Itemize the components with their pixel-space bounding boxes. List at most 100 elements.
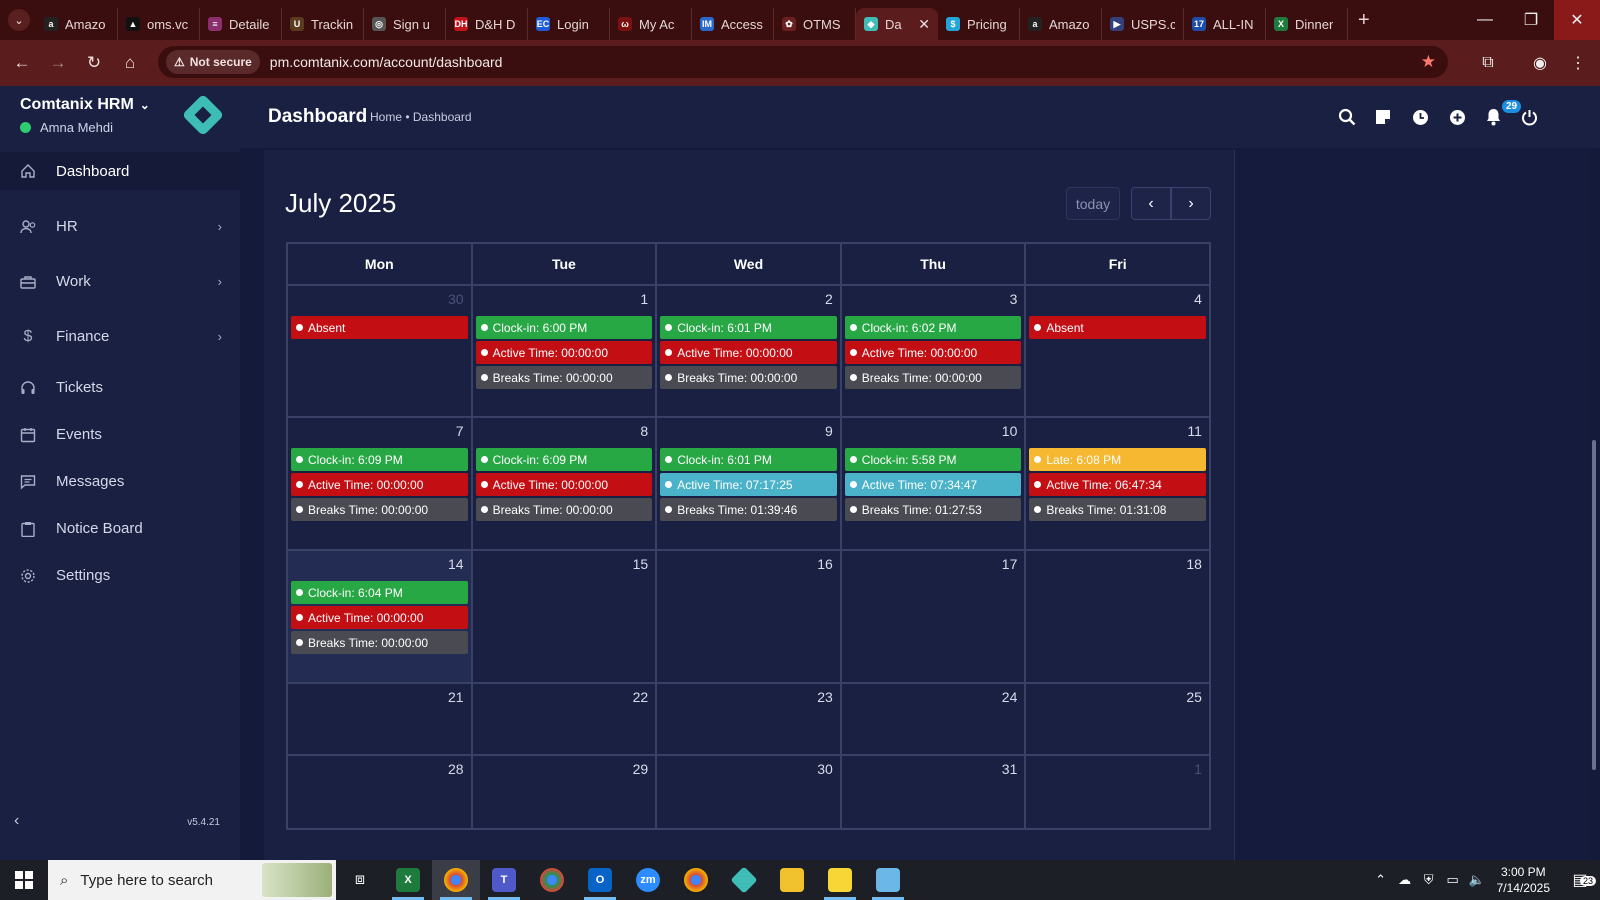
calendar-event[interactable]: Absent [1029,316,1206,339]
calendar-event[interactable]: Clock-in: 6:04 PM [291,581,468,604]
prev-month-button[interactable]: ‹ [1131,187,1171,220]
home-button[interactable]: ⌂ [112,45,148,81]
day-number[interactable]: 3 [845,290,1022,316]
calendar-day-cell[interactable]: 23 [657,684,842,754]
calendar-event[interactable]: Breaks Time: 00:00:00 [660,366,837,389]
onedrive-icon[interactable]: ☁ [1393,872,1417,888]
browser-tab[interactable]: U Trackin [282,8,364,40]
close-window-button[interactable]: ✕ [1554,0,1600,40]
calendar-event[interactable]: Breaks Time: 00:00:00 [291,631,468,654]
company-switcher[interactable]: Comtanix HRM ⌄ [20,96,150,114]
calendar-event[interactable]: Active Time: 00:00:00 [475,473,653,496]
calendar-event[interactable]: Breaks Time: 00:00:00 [291,498,468,521]
app-logo-icon[interactable] [181,93,225,137]
calendar-event[interactable]: Active Time: 00:00:00 [660,341,837,364]
calendar-day-cell[interactable]: 2 Clock-in: 6:01 PM Active Time: 00:00:00 B… [657,286,842,416]
calendar-day-cell[interactable]: 1 Clock-in: 6:00 PM Active Time: 00:00:00 B… [473,286,658,416]
day-number[interactable]: 14 [291,555,468,581]
calendar-day-cell[interactable]: 4 Absent [1026,286,1209,416]
day-number[interactable]: 21 [291,688,468,714]
calendar-day-cell[interactable]: 16 [657,551,842,682]
power-icon[interactable] [1516,104,1542,130]
browser-tab[interactable]: ▶ USPS.c [1102,8,1184,40]
calendar-event[interactable]: Breaks Time: 00:00:00 [475,498,653,521]
browser-tab[interactable]: $ Pricing [938,8,1020,40]
sidebar-item-notice-board[interactable]: Notice Board [0,505,240,552]
taskbar-chrome-icon[interactable] [432,860,480,900]
add-circle-icon[interactable] [1444,104,1470,130]
browser-menu-icon[interactable]: ⋮ [1560,40,1596,86]
taskbar-chrome-alt-icon[interactable] [672,860,720,900]
new-tab-button[interactable]: + [1358,9,1370,32]
calendar-day-cell[interactable]: 21 [288,684,473,754]
calendar-event[interactable]: Clock-in: 6:01 PM [660,316,837,339]
forward-button[interactable]: → [40,45,76,81]
day-number[interactable]: 22 [476,688,653,714]
browser-tab[interactable]: X Dinner [1266,8,1348,40]
calendar-day-cell[interactable]: 28 [288,756,473,828]
calendar-day-cell[interactable]: 24 [842,684,1027,754]
profile-icon[interactable]: ◉ [1522,40,1558,86]
day-number[interactable]: 31 [845,760,1022,786]
taskbar-sticky-notes-icon[interactable] [816,860,864,900]
calendar-day-cell[interactable]: 9 Clock-in: 6:01 PM Active Time: 07:17:25 B… [657,418,842,549]
taskbar-excel-icon[interactable]: X [384,860,432,900]
calendar-event[interactable]: Absent [291,316,468,339]
browser-tab[interactable]: ▲ oms.vc [118,8,200,40]
browser-tab[interactable]: IM Access [692,8,774,40]
taskbar-search-input[interactable]: ⌕ Type here to search [48,860,336,900]
taskbar-teams-icon[interactable]: T [480,860,528,900]
clock-icon[interactable] [1407,104,1433,130]
tab-search-menu-button[interactable]: ⌄ [8,9,30,31]
day-number[interactable]: 1 [1029,760,1206,786]
bookmark-star-icon[interactable]: ★ [1421,52,1436,72]
calendar-event[interactable]: Breaks Time: 01:31:08 [1029,498,1206,521]
calendar-event[interactable]: Active Time: 00:00:00 [844,341,1022,364]
calendar-day-cell[interactable]: 22 [473,684,658,754]
calendar-day-cell[interactable]: 8 Clock-in: 6:09 PM Active Time: 00:00:00 B… [473,418,658,549]
browser-tab[interactable]: ω My Ac [610,8,692,40]
day-number[interactable]: 30 [291,290,468,316]
calendar-event[interactable]: Breaks Time: 01:27:53 [844,498,1022,521]
chevron-up-icon[interactable]: ⌃ [1369,872,1393,888]
day-number[interactable]: 23 [660,688,837,714]
browser-tab[interactable]: a Amazo [36,8,118,40]
minimize-window-button[interactable]: — [1462,0,1508,40]
calendar-event[interactable]: Clock-in: 6:09 PM [291,448,468,471]
calendar-day-cell[interactable]: 1 [1026,756,1209,828]
back-button[interactable]: ← [4,45,40,81]
day-number[interactable]: 9 [660,422,837,448]
day-number[interactable]: 24 [845,688,1022,714]
calendar-event[interactable]: Clock-in: 6:00 PM [475,316,653,339]
calendar-event[interactable]: Active Time: 07:17:25 [660,473,837,496]
sidebar-item-messages[interactable]: Messages [0,458,240,505]
calendar-day-cell[interactable]: 30 [657,756,842,828]
page-scrollbar[interactable] [1592,440,1596,770]
browser-tab[interactable]: EC Login [528,8,610,40]
calendar-day-cell[interactable]: 11 Late: 6:08 PM Active Time: 06:47:34 Brea… [1026,418,1209,549]
calendar-event[interactable]: Active Time: 00:00:00 [291,473,468,496]
calendar-event[interactable]: Clock-in: 5:58 PM [844,448,1022,471]
day-number[interactable]: 17 [845,555,1022,581]
restore-window-button[interactable]: ❐ [1508,0,1554,40]
address-bar[interactable]: ⚠ Not secure pm.comtanix.com/account/das… [158,46,1448,78]
defender-icon[interactable]: ⛨ [1417,872,1441,888]
calendar-event[interactable]: Active Time: 07:34:47 [844,473,1022,496]
calendar-event[interactable]: Clock-in: 6:02 PM [844,316,1022,339]
reload-button[interactable]: ↻ [76,45,112,81]
calendar-day-cell[interactable]: 29 [473,756,658,828]
browser-tab[interactable]: ◎ Sign u [364,8,446,40]
day-number[interactable]: 16 [660,555,837,581]
day-number[interactable]: 18 [1029,555,1206,581]
calendar-day-cell[interactable]: 3 Clock-in: 6:02 PM Active Time: 00:00:00 B… [842,286,1027,416]
browser-tab[interactable]: ◆ Da ✕ [856,8,938,40]
extensions-icon[interactable]: ⧉ [1470,40,1506,86]
calendar-day-cell[interactable]: 7 Clock-in: 6:09 PM Active Time: 00:00:00 B… [288,418,473,549]
day-number[interactable]: 28 [291,760,468,786]
calendar-event[interactable]: Breaks Time: 00:00:00 [844,366,1022,389]
breadcrumb[interactable]: Home • Dashboard [370,110,472,124]
calendar-day-cell[interactable]: 25 [1026,684,1209,754]
calendar-event[interactable]: Late: 6:08 PM [1029,448,1206,471]
calendar-day-cell[interactable]: 30 Absent [288,286,473,416]
sidebar-item-hr[interactable]: HR › [0,199,240,254]
